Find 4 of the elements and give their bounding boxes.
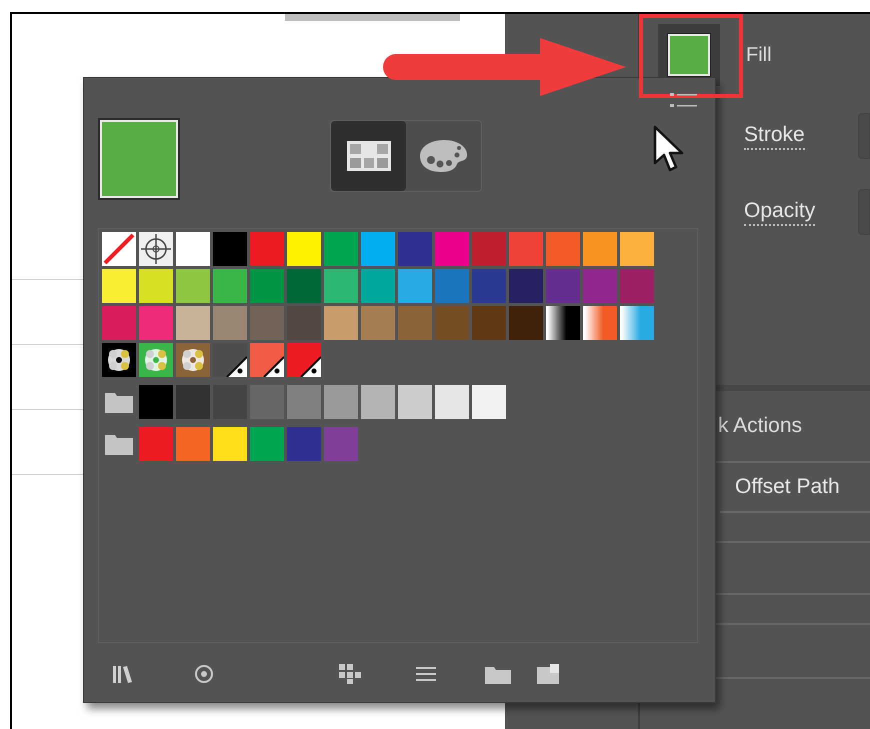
stroke-label[interactable]: Stroke [744,122,805,150]
opacity-label[interactable]: Opacity [744,198,816,226]
section-title: k Actions [718,413,802,440]
fill-label: Fill [746,43,772,68]
